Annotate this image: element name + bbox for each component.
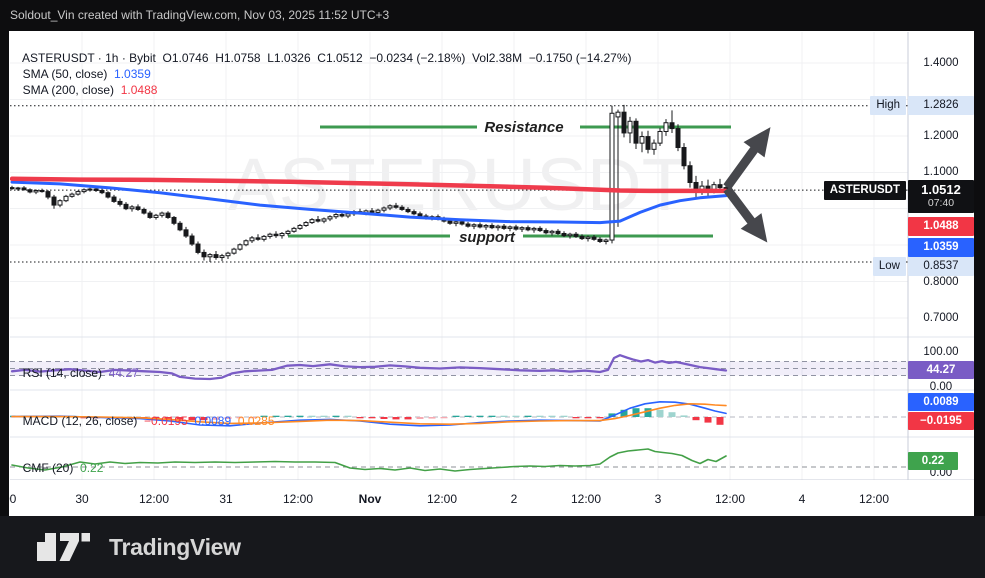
price-tick-label: 1.1000 — [909, 165, 973, 179]
rsi-value: 44.27 — [109, 366, 139, 380]
tradingview-brand-text[interactable]: TradingView — [109, 534, 241, 561]
time-tick-label: 30 — [52, 491, 112, 507]
rsi-scale-top: 100.00 — [909, 345, 973, 359]
high-tag: High — [870, 96, 906, 115]
time-tick-label: 12:00 — [700, 491, 760, 507]
support-label: support — [459, 229, 516, 246]
time-tick-label: 12:00 — [844, 491, 904, 507]
rsi-value-badge: 44.27 — [908, 361, 974, 379]
sma200-value: 1.0488 — [121, 83, 158, 97]
price-tick-label: 0.8000 — [909, 275, 973, 289]
rsi-scale-bottom: 0.00 — [909, 380, 973, 394]
low-tag: Low — [873, 257, 906, 276]
last-symbol-tag: ASTERUSDT — [824, 181, 906, 200]
resistance-label: Resistance — [484, 119, 563, 136]
time-tick-label: 12:00 — [124, 491, 184, 507]
sma200-price-badge: 1.0488 — [908, 217, 974, 236]
cmf-label: CMF (20) — [23, 461, 74, 475]
last-price-time: 07:40 — [908, 197, 974, 210]
sma50-price-badge: 1.0359 — [908, 238, 974, 257]
right-crop-strip — [974, 31, 985, 516]
time-tick-label: 12:00 — [412, 491, 472, 507]
high-price-badge: 1.2826 — [908, 96, 974, 115]
tradingview-logo-icon[interactable] — [33, 532, 97, 562]
tradingview-screenshot: { "topbar": { "attribution": "Soldout_Vi… — [0, 0, 985, 578]
macd-hist-badge: −0.0195 — [908, 412, 974, 430]
cmf-value: 0.22 — [80, 461, 103, 475]
macd-hist-value: −0.0195 — [144, 414, 188, 428]
time-tick-label: 12:00 — [268, 491, 328, 507]
time-tick-label: 12:00 — [556, 491, 616, 507]
price-tick-label: 0.7000 — [909, 311, 973, 325]
attribution-bar: Soldout_Vin created with TradingView.com… — [0, 0, 985, 31]
macd-label: MACD (12, 26, close) — [23, 414, 138, 428]
cmf-line — [12, 449, 726, 471]
time-tick-label: 2 — [484, 491, 544, 507]
macd-legend-row[interactable]: MACD (12, 26, close) −0.0195 0.0089 0.02… — [16, 400, 275, 428]
rsi-label: RSI (14, close) — [23, 366, 102, 380]
last-price-badge: 1.0512 07:40 — [908, 180, 974, 213]
attribution-text: Soldout_Vin created with TradingView.com… — [10, 8, 389, 22]
macd-value-badge: 0.0089 — [908, 393, 974, 411]
time-tick-label: 31 — [196, 491, 256, 507]
footer-bar: TradingView — [0, 516, 985, 578]
up-breakout-arrow — [716, 119, 781, 194]
time-tick-label: Nov — [340, 491, 400, 507]
cmf-value-badge: 0.22 — [908, 452, 958, 470]
macd-line-value: 0.0089 — [194, 414, 231, 428]
macd-signal-value: 0.0285 — [238, 414, 275, 428]
low-price-badge: 0.8537 — [908, 257, 974, 276]
left-crop-strip — [0, 31, 9, 516]
time-tick-label: 3 — [628, 491, 688, 507]
price-tick-label: 1.2000 — [909, 129, 973, 143]
down-breakout-arrow — [717, 181, 778, 250]
rsi-legend-row[interactable]: RSI (14, close) 44.27 — [16, 352, 139, 380]
last-price-value: 1.0512 — [908, 182, 974, 197]
sma200-legend-row[interactable]: SMA (200, close) 1.0488 — [16, 69, 157, 97]
time-tick-label: 4 — [772, 491, 832, 507]
cmf-legend-row[interactable]: CMF (20) 0.22 — [16, 447, 103, 475]
price-tick-label: 1.4000 — [909, 56, 973, 70]
sma200-label: SMA (200, close) — [23, 83, 114, 97]
